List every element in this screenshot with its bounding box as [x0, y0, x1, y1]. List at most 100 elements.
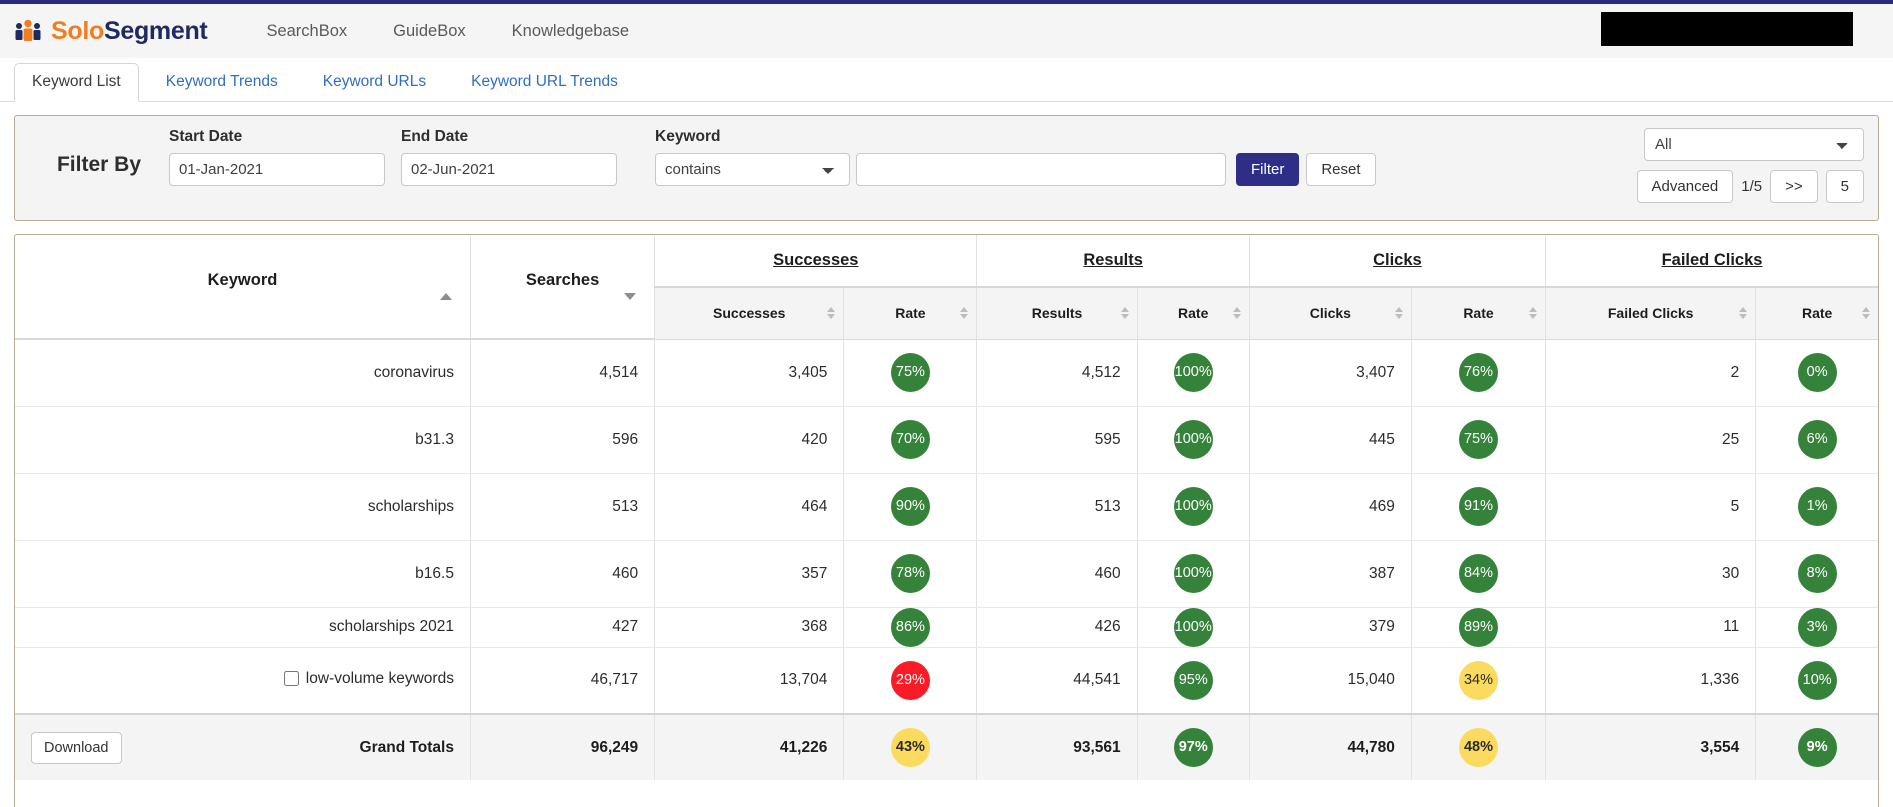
status-badge: 78% [890, 554, 930, 593]
start-date-input[interactable] [169, 153, 385, 186]
keyword-match-select[interactable]: contains [655, 153, 850, 186]
cell-keyword: scholarships 2021 [15, 607, 471, 648]
filter-button[interactable]: Filter [1236, 153, 1300, 186]
status-badge: 29% [890, 660, 930, 700]
sort-toggle-icon[interactable] [960, 307, 969, 320]
reset-button[interactable]: Reset [1306, 153, 1376, 186]
keyword-search-input[interactable] [856, 153, 1226, 186]
keyword-filter-group: Keyword contains Filter Reset [655, 128, 1376, 186]
cell-keyword: b31.3 [15, 406, 471, 474]
status-badge: 3% [1797, 607, 1837, 646]
table-body: coronavirus 4,514 3,405 75% 4,512 100% 3… [15, 339, 1878, 715]
top-navigation-bar: SoloSegment SearchBox GuideBox Knowledge… [0, 0, 1893, 58]
low-volume-label: low-volume keywords [305, 669, 454, 687]
sort-toggle-icon[interactable] [1232, 307, 1241, 320]
brand-wordmark: SoloSegment [51, 17, 208, 46]
col-header-success-rate-label: Rate [895, 305, 926, 322]
low-volume-checkbox[interactable] [283, 671, 299, 686]
col-header-successes-count[interactable]: Successes [654, 287, 845, 340]
cell-clicks: 387 [1249, 540, 1412, 608]
redacted-account-block [1601, 12, 1853, 46]
status-badge: 10% [1797, 660, 1837, 700]
group-header-row: Keyword Searches Successes Results Click… [15, 235, 1878, 340]
sort-toggle-icon[interactable] [1739, 307, 1748, 320]
cell-searches: 427 [470, 607, 656, 648]
nav-link-guidebox[interactable]: GuideBox [370, 22, 488, 41]
end-date-label: End Date [401, 128, 469, 145]
status-badge: 100% [1173, 554, 1213, 593]
col-header-results-rate-label: Rate [1178, 305, 1209, 322]
cell-successes: 3,405 [654, 339, 845, 407]
page-size-button[interactable]: 5 [1825, 170, 1864, 203]
tab-keyword-url-trends[interactable]: Keyword URL Trends [453, 63, 636, 102]
page-indicator: 1/5 [1741, 178, 1763, 195]
filter-panel: Filter By Start Date End Date Keyword co… [14, 115, 1879, 221]
cell-keyword: coronavirus [15, 339, 471, 407]
brand-logo[interactable]: SoloSegment [14, 17, 208, 46]
tab-keyword-list[interactable]: Keyword List [14, 63, 139, 102]
col-header-searches[interactable]: Searches [470, 235, 656, 340]
cell-successes: 464 [654, 473, 845, 541]
status-badge: 0% [1797, 353, 1837, 392]
sort-descending-icon[interactable] [624, 293, 637, 300]
group-header-results-label[interactable]: Results [1083, 251, 1143, 269]
status-badge: 8% [1797, 554, 1837, 593]
sort-toggle-icon[interactable] [827, 307, 836, 320]
col-header-success-rate[interactable]: Rate [843, 287, 978, 340]
group-header-successes-label[interactable]: Successes [773, 251, 858, 269]
cell-keyword: b16.5 [15, 540, 471, 608]
cell-failed-rate: 3% [1755, 607, 1878, 648]
cell-successes: 368 [654, 607, 845, 648]
cell-clicks: 469 [1249, 473, 1412, 541]
cell-results-rate: 100% [1137, 406, 1250, 474]
table-row[interactable]: b31.3 596 420 70% 595 100% 445 75% 25 6% [15, 406, 1878, 474]
sort-toggle-icon[interactable] [1120, 307, 1129, 320]
col-header-failed-clicks-count[interactable]: Failed Clicks [1545, 287, 1757, 340]
col-header-failed-clicks-rate[interactable]: Rate [1755, 287, 1878, 340]
col-header-results-rate[interactable]: Rate [1137, 287, 1250, 340]
next-page-button[interactable]: >> [1770, 170, 1818, 203]
scope-select[interactable]: All [1644, 128, 1864, 161]
table-row[interactable]: scholarships 2021 427 368 86% 426 100% 3… [15, 607, 1878, 648]
col-header-results-count[interactable]: Results [976, 287, 1138, 340]
nav-link-searchbox[interactable]: SearchBox [243, 22, 370, 41]
status-badge: 100% [1173, 487, 1213, 526]
table-footer: Download Grand Totals 96,249 41,226 43% … [15, 713, 1878, 780]
cell-clicks-rate: 76% [1411, 339, 1547, 407]
tab-keyword-urls[interactable]: Keyword URLs [305, 63, 444, 102]
sort-ascending-icon[interactable] [439, 293, 452, 300]
cell-clicks: 445 [1249, 406, 1412, 474]
sort-toggle-icon[interactable] [1394, 307, 1403, 320]
cell-clicks-rate: 89% [1411, 607, 1547, 648]
col-header-results-count-label: Results [1031, 305, 1083, 322]
cell-keyword: scholarships [15, 473, 471, 541]
grand-totals-text: Grand Totals [359, 738, 454, 756]
group-header-clicks-label[interactable]: Clicks [1373, 251, 1422, 269]
cell-failed-rate: 6% [1755, 406, 1878, 474]
status-badge: 90% [890, 487, 930, 526]
group-header-successes: Successes [654, 235, 978, 288]
low-volume-row[interactable]: low-volume keywords 46,717 13,704 29% 44… [15, 647, 1878, 715]
download-button[interactable]: Download [31, 731, 122, 764]
col-header-clicks-rate[interactable]: Rate [1411, 287, 1547, 340]
cell-clicks-rate: 91% [1411, 473, 1547, 541]
grand-totals-row: Download Grand Totals 96,249 41,226 43% … [15, 713, 1878, 780]
table-row[interactable]: b16.5 460 357 78% 460 100% 387 84% 30 8% [15, 540, 1878, 608]
table-row[interactable]: scholarships 513 464 90% 513 100% 469 91… [15, 473, 1878, 541]
cell-failed-clicks: 1,336 [1545, 647, 1757, 715]
group-header-failed-clicks-label[interactable]: Failed Clicks [1662, 251, 1763, 269]
col-header-clicks-count[interactable]: Clicks [1249, 287, 1412, 340]
nav-link-knowledgebase[interactable]: Knowledgebase [489, 22, 652, 41]
sort-toggle-icon[interactable] [1529, 307, 1538, 320]
cell-clicks-rate: 75% [1411, 406, 1547, 474]
col-header-keyword[interactable]: Keyword [15, 235, 471, 340]
status-badge: 76% [1458, 353, 1498, 392]
sort-toggle-icon[interactable] [1862, 307, 1870, 320]
advanced-button[interactable]: Advanced [1636, 170, 1734, 203]
tab-keyword-trends[interactable]: Keyword Trends [148, 63, 296, 102]
end-date-input[interactable] [401, 153, 617, 186]
cell-failed-clicks: 2 [1545, 339, 1757, 407]
table-row[interactable]: coronavirus 4,514 3,405 75% 4,512 100% 3… [15, 339, 1878, 407]
status-badge: 43% [890, 728, 930, 767]
cell-results-rate: 100% [1137, 607, 1250, 648]
